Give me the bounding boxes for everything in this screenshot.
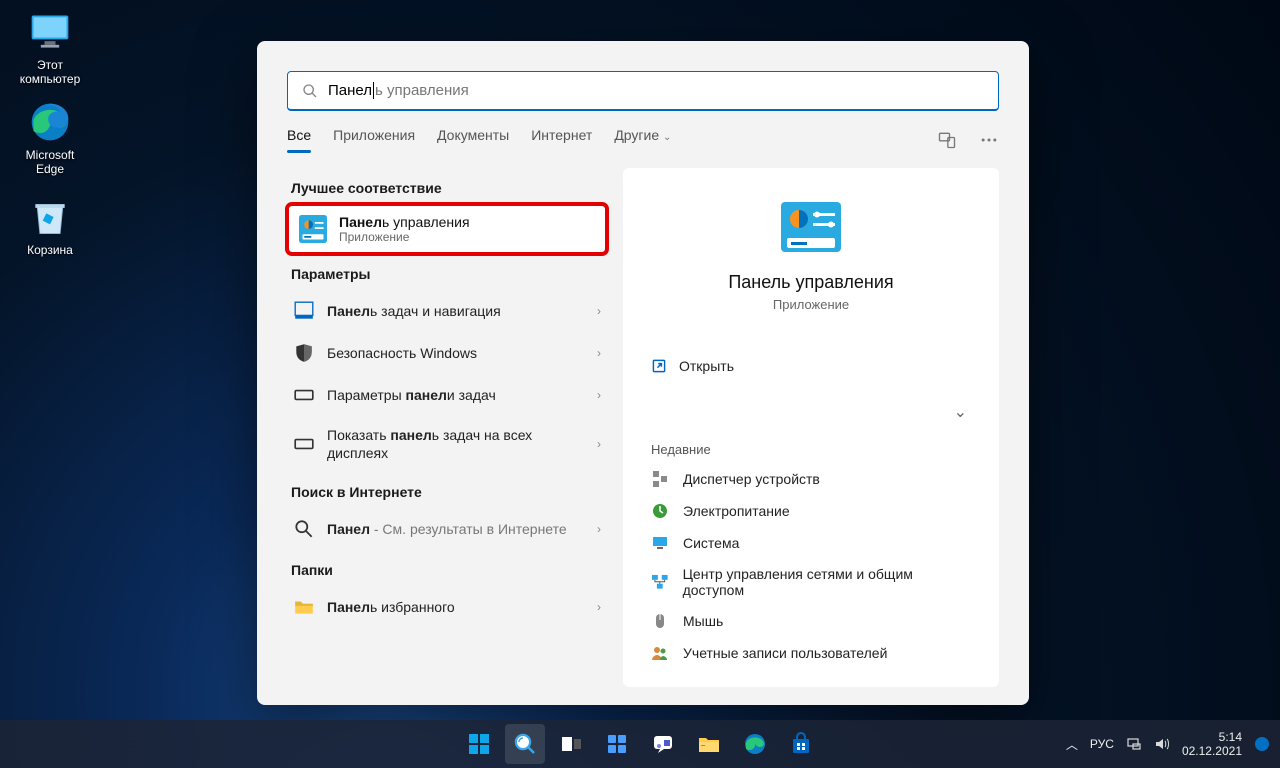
settings-label: Параметры xyxy=(291,266,607,282)
edge-button[interactable] xyxy=(735,724,775,764)
monitor-icon xyxy=(28,10,72,54)
store-button[interactable] xyxy=(781,724,821,764)
desktop-icon-label: Microsoft Edge xyxy=(12,148,88,177)
search-icon xyxy=(293,518,315,540)
chevron-right-icon: › xyxy=(597,600,601,614)
results-column: Лучшее соответствие Панель управления Пр… xyxy=(287,168,607,687)
web-label: Поиск в Интернете xyxy=(291,484,607,500)
notifications-icon[interactable] xyxy=(1254,736,1270,752)
recent-system[interactable]: Система xyxy=(649,527,973,559)
search-tabs: Все Приложения Документы Интернет Другие… xyxy=(257,111,1029,154)
edge-icon xyxy=(28,100,72,144)
search-query: Панель управления xyxy=(328,82,469,99)
folders-label: Папки xyxy=(291,562,607,578)
system-tray: ︿ РУС 5:14 02.12.2021 xyxy=(1066,730,1270,759)
desktop-icon-edge[interactable]: Microsoft Edge xyxy=(12,100,88,177)
settings-item-show-taskbar-all[interactable]: Показать панель задач на всех дисплеях › xyxy=(287,416,607,472)
power-icon xyxy=(651,502,669,520)
recycle-bin-icon xyxy=(28,195,72,239)
chevron-right-icon: › xyxy=(597,346,601,360)
recent-network[interactable]: Центр управления сетями и общим доступом xyxy=(649,559,973,605)
network-icon[interactable] xyxy=(1126,736,1142,752)
tab-documents[interactable]: Документы xyxy=(437,127,509,153)
preview-title: Панель управления xyxy=(649,272,973,293)
chevron-right-icon: › xyxy=(597,388,601,402)
users-icon xyxy=(651,644,669,662)
language-indicator[interactable]: РУС xyxy=(1090,737,1114,751)
more-icon[interactable] xyxy=(979,130,999,150)
search-icon xyxy=(302,83,318,99)
desktop-icon-recycle-bin[interactable]: Корзина xyxy=(12,195,88,257)
system-icon xyxy=(651,534,669,552)
panel-icon xyxy=(293,433,315,455)
desktop-icon-label: Этот компьютер xyxy=(12,58,88,87)
tray-overflow-button[interactable]: ︿ xyxy=(1066,736,1078,753)
widgets-button[interactable] xyxy=(597,724,637,764)
device-manager-icon xyxy=(651,470,669,488)
clock[interactable]: 5:14 02.12.2021 xyxy=(1182,730,1242,759)
recent-users[interactable]: Учетные записи пользователей xyxy=(649,637,973,669)
recent-label: Недавние xyxy=(651,442,971,457)
volume-icon[interactable] xyxy=(1154,736,1170,752)
tab-apps[interactable]: Приложения xyxy=(333,127,415,153)
control-panel-icon xyxy=(299,215,327,243)
shield-icon xyxy=(293,342,315,364)
start-button[interactable] xyxy=(459,724,499,764)
web-result[interactable]: Панел - См. результаты в Интернете › xyxy=(287,508,607,550)
folder-icon xyxy=(293,596,315,618)
recent-device-manager[interactable]: Диспетчер устройств xyxy=(649,463,973,495)
explorer-button[interactable] xyxy=(689,724,729,764)
network-icon xyxy=(651,573,669,591)
best-match-label: Лучшее соответствие xyxy=(291,180,607,196)
mouse-icon xyxy=(651,612,669,630)
search-panel: Панель управления Все Приложения Докумен… xyxy=(257,41,1029,705)
panel-icon xyxy=(293,384,315,406)
best-match-result[interactable]: Панель управления Приложение xyxy=(287,204,607,254)
taskbar-icon xyxy=(293,300,315,322)
taskbar: ︿ РУС 5:14 02.12.2021 xyxy=(0,720,1280,768)
desktop-icon-this-pc[interactable]: Этот компьютер xyxy=(12,10,88,87)
open-action[interactable]: Открыть xyxy=(649,344,973,388)
preview-subtitle: Приложение xyxy=(649,297,973,312)
search-input[interactable]: Панель управления xyxy=(287,71,999,111)
chat-button[interactable] xyxy=(643,724,683,764)
settings-item-security[interactable]: Безопасность Windows › xyxy=(287,332,607,374)
desktop-icon-label: Корзина xyxy=(12,243,88,257)
chevron-right-icon: › xyxy=(597,522,601,536)
recent-power[interactable]: Электропитание xyxy=(649,495,973,527)
settings-item-taskbar-params[interactable]: Параметры панели задач › xyxy=(287,374,607,416)
chevron-right-icon: › xyxy=(597,437,601,451)
search-button[interactable] xyxy=(505,724,545,764)
open-icon xyxy=(651,358,667,374)
chevron-down-icon: ⌄ xyxy=(663,132,671,143)
tab-internet[interactable]: Интернет xyxy=(531,127,592,153)
control-panel-icon xyxy=(781,202,841,252)
chevron-right-icon: › xyxy=(597,304,601,318)
devices-icon[interactable] xyxy=(937,130,957,150)
chevron-down-icon[interactable]: ⌄ xyxy=(948,396,973,428)
recent-mouse[interactable]: Мышь xyxy=(649,605,973,637)
folder-result[interactable]: Панель избранного › xyxy=(287,586,607,628)
tab-more[interactable]: Другие ⌄ xyxy=(614,127,671,153)
tab-all[interactable]: Все xyxy=(287,127,311,153)
taskview-button[interactable] xyxy=(551,724,591,764)
settings-item-taskbar-nav[interactable]: Панель задач и навигация › xyxy=(287,290,607,332)
preview-pane: Панель управления Приложение Открыть ⌄ Н… xyxy=(623,168,999,687)
